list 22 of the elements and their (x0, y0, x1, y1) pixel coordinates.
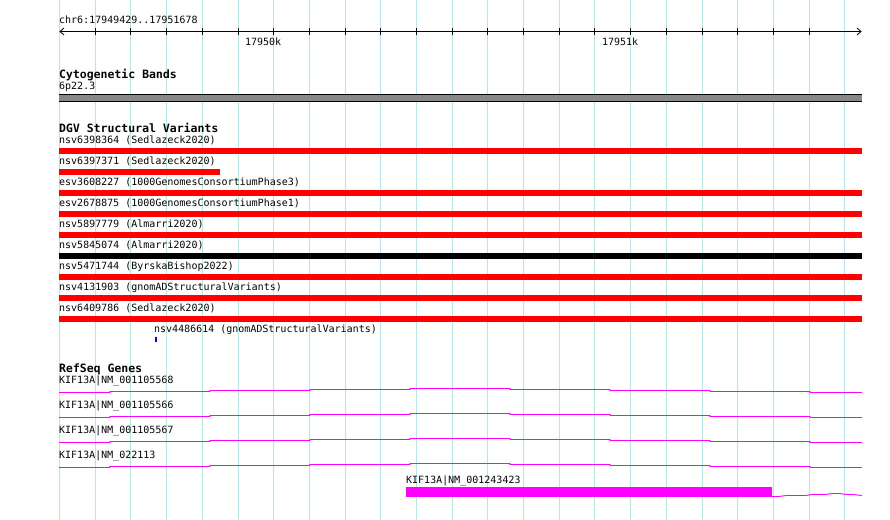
gene-label: KIF13A|NM_001105566 (59, 400, 174, 412)
variant-label: nsv6397371 (Sedlazeck2020) (59, 156, 217, 168)
gene-label: KIF13A|NM_001243423 (405, 475, 522, 487)
track-title: DGV Structural Variants (59, 122, 220, 135)
gene-label: KIF13A|NM_001105567 (59, 425, 174, 437)
variant-label: nsv5845074 (Almarri2020) (59, 240, 204, 252)
variant-label: nsv4131903 (gnomADStructuralVariants) (59, 282, 283, 294)
variant-label: nsv5897779 (Almarri2020) (59, 219, 204, 231)
variant-label: nsv4486614 (gnomADStructuralVariants) (153, 324, 378, 336)
tick-label: 17951k (602, 37, 638, 48)
variant-label: nsv6398364 (Sedlazeck2020) (59, 135, 217, 147)
position-label: chr6:17949429..17951678 (59, 15, 198, 27)
tick-label: 17950k (244, 37, 282, 48)
track-title: Cytogenetic Bands (59, 68, 178, 81)
variant-label: nsv6409786 (Sedlazeck2020) (59, 303, 217, 315)
band-label: 6p22.3 (59, 81, 96, 93)
variant-label: nsv5471744 (ByrskaBishop2022) (59, 261, 235, 273)
track-title: RefSeq Genes (59, 362, 144, 375)
variant-label: esv3608227 (1000GenomesConsortiumPhase3) (59, 177, 301, 189)
gene-label: KIF13A|NM_001105568 (59, 375, 174, 387)
variant-label: esv2678875 (1000GenomesConsortiumPhase1) (59, 198, 301, 210)
gene-label: KIF13A|NM_022113 (59, 450, 156, 462)
